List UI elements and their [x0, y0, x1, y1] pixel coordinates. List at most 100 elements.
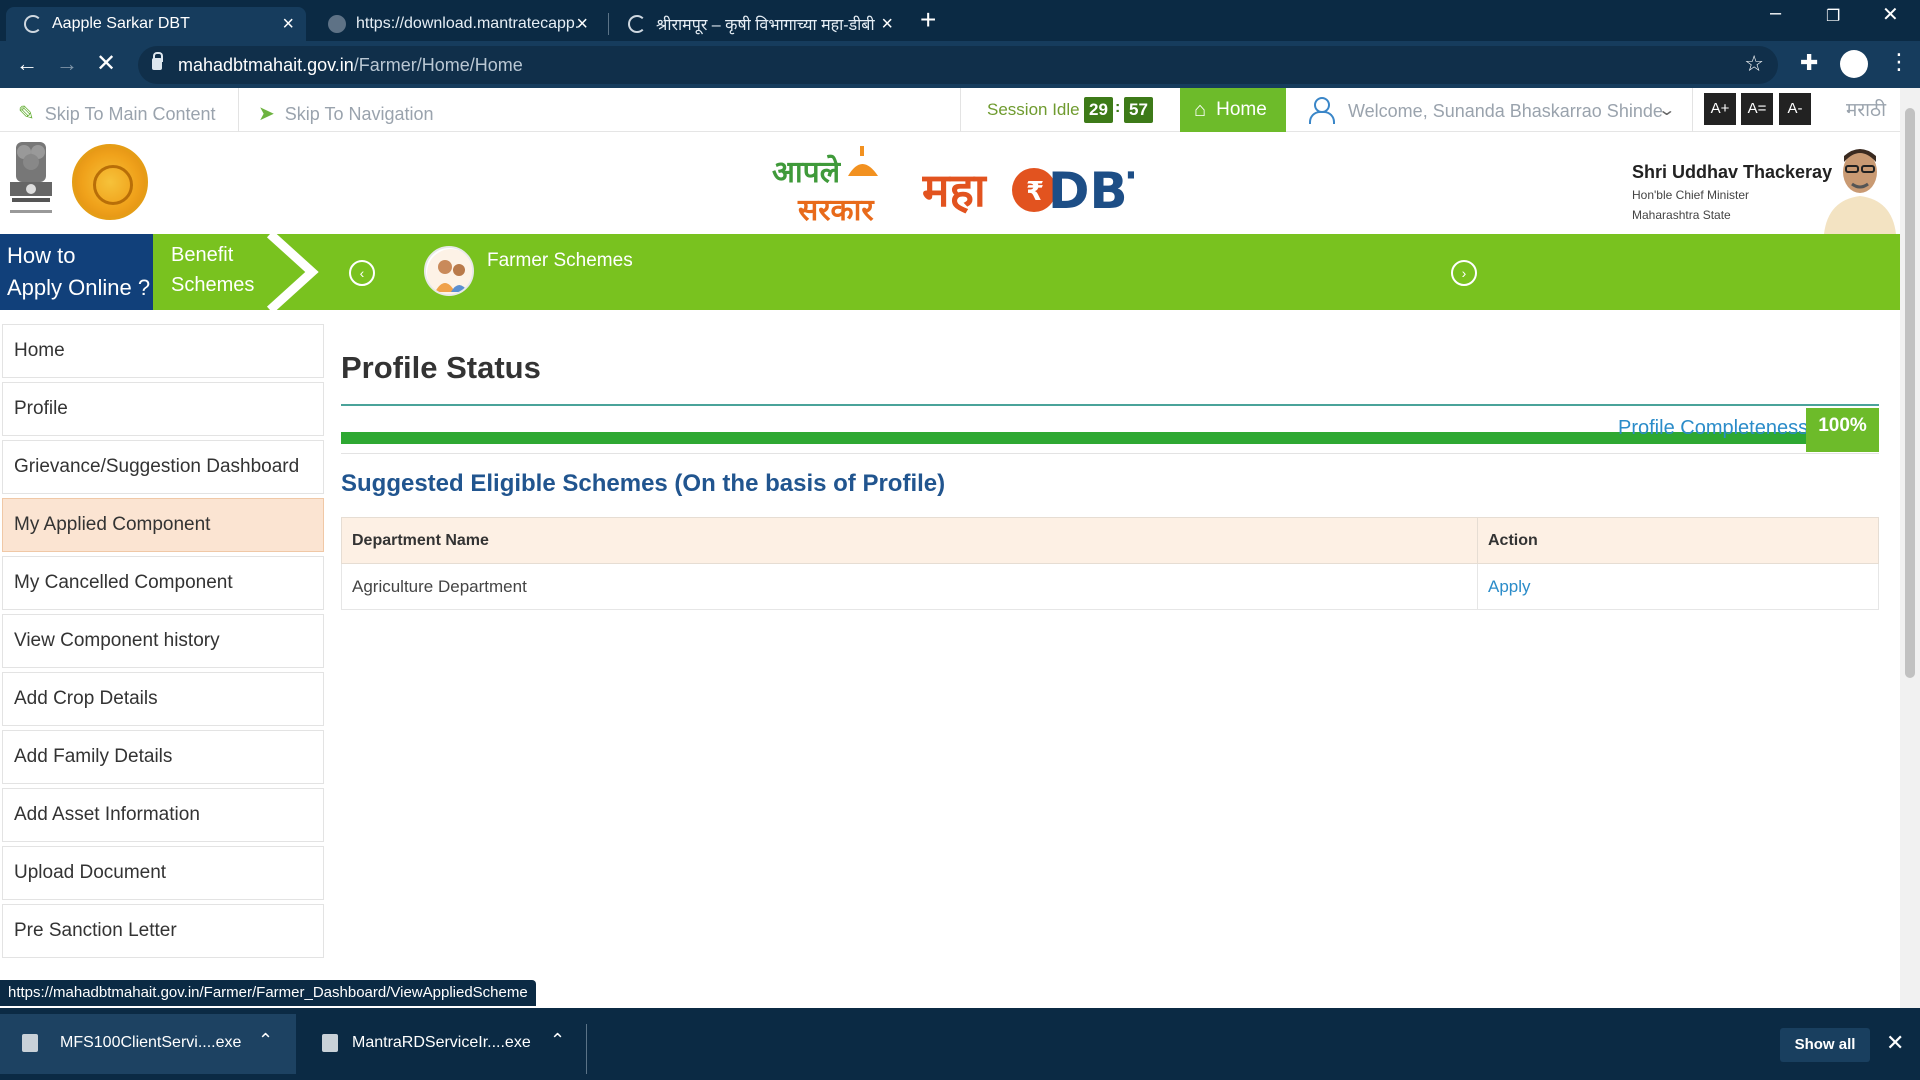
table-header-row: Department Name Action: [341, 517, 1879, 564]
close-tab-icon[interactable]: ×: [576, 13, 588, 36]
column-header-action: Action: [1477, 517, 1879, 564]
forward-icon[interactable]: →: [56, 51, 78, 77]
page-scrollbar[interactable]: [1900, 88, 1920, 1008]
home-icon: ⌂: [1194, 98, 1207, 121]
sidebar-item-component-history[interactable]: View Component history: [2, 614, 324, 668]
action-cell: Apply: [1477, 563, 1879, 610]
carousel-next-button[interactable]: ›: [1451, 260, 1477, 286]
font-increase-button[interactable]: A+: [1704, 93, 1736, 125]
national-emblem-icon: [10, 142, 52, 213]
column-header-department: Department Name: [341, 517, 1478, 564]
sidebar-item-pre-sanction-letter[interactable]: Pre Sanction Letter: [2, 904, 324, 958]
farmer-schemes-link[interactable]: Farmer Schemes: [487, 250, 633, 272]
logo-dbt-text: DBT: [1048, 162, 1134, 220]
new-tab-button[interactable]: +: [920, 4, 936, 36]
close-tab-icon[interactable]: ×: [282, 13, 294, 36]
lock-icon: [152, 52, 163, 70]
divider: [341, 453, 1879, 454]
back-icon[interactable]: ←: [16, 51, 38, 77]
download-bar: MFS100ClientServi....exe ⌃ MantraRDServi…: [0, 1008, 1920, 1080]
sidebar-item-home[interactable]: Home: [2, 324, 324, 378]
sidebar-item-my-applied-component[interactable]: My Applied Component: [2, 498, 324, 552]
timer-separator: :: [1115, 99, 1121, 116]
scheme-banner: How to Apply Online ? Benefit Schemes ‹ …: [0, 234, 1900, 310]
font-reset-button[interactable]: A=: [1741, 93, 1773, 125]
close-icon[interactable]: ✕: [1886, 1030, 1904, 1056]
session-idle-label: Session Idle: [987, 100, 1080, 119]
welcome-user-menu[interactable]: Welcome, Sunanda Bhaskarrao Shinde: [1348, 101, 1663, 122]
logo-aaple-text: आपले: [772, 154, 842, 190]
restore-icon[interactable]: ❐: [1826, 6, 1840, 26]
carousel-prev-button[interactable]: ‹: [349, 260, 375, 286]
benefit-schemes-label: Benefit Schemes: [171, 244, 255, 296]
tab-separator: [608, 13, 609, 35]
suggested-schemes-heading: Suggested Eligible Schemes (On the basis…: [341, 470, 946, 497]
font-decrease-button[interactable]: A-: [1779, 93, 1811, 125]
url-text[interactable]: mahadbtmahait.gov.in/Farmer/Home/Home: [178, 55, 523, 76]
user-icon: [1308, 97, 1335, 124]
chevron-up-icon[interactable]: ⌃: [550, 1030, 565, 1051]
sidebar-item-add-crop-details[interactable]: Add Crop Details: [2, 672, 324, 726]
stop-loading-icon[interactable]: ✕: [96, 49, 116, 78]
download-item[interactable]: MantraRDServiceIr....exe ⌃: [300, 1014, 584, 1074]
eligible-schemes-table: Department Name Action Agriculture Depar…: [341, 517, 1879, 610]
session-minutes: 29: [1084, 97, 1113, 123]
window-close-icon[interactable]: ✕: [1882, 2, 1899, 27]
loading-spinner-icon: [628, 15, 646, 33]
navigation-arrow-icon: ➤: [258, 103, 275, 125]
download-filename: MantraRDServiceIr....exe: [352, 1034, 531, 1051]
home-button[interactable]: ⌂ Home: [1180, 88, 1286, 132]
cm-state: Maharashtra State: [1632, 208, 1731, 222]
sidebar-item-my-cancelled-component[interactable]: My Cancelled Component: [2, 556, 324, 610]
sidebar-item-upload-document[interactable]: Upload Document: [2, 846, 324, 900]
svg-text:₹: ₹: [1026, 177, 1044, 207]
chevron-down-icon[interactable]: ⌄: [1657, 100, 1676, 120]
divider: [341, 404, 1879, 406]
bookmark-star-icon[interactable]: ☆: [1744, 51, 1764, 77]
sidebar-item-add-asset-information[interactable]: Add Asset Information: [2, 788, 324, 842]
browser-tab[interactable]: श्रीरामपूर – कृषी विभागाच्या महा-डीबी ×: [610, 7, 905, 41]
tab-title: https://download.mantratecapp.: [356, 15, 578, 32]
chevron-up-icon[interactable]: ⌃: [258, 1030, 273, 1051]
show-all-downloads-button[interactable]: Show all: [1780, 1028, 1870, 1062]
address-bar[interactable]: mahadbtmahait.gov.in/Farmer/Home/Home ☆: [138, 46, 1778, 84]
logo-maha-text: महा: [922, 163, 988, 217]
cm-photo: [1824, 149, 1896, 234]
tab-title: Aapple Sarkar DBT: [52, 15, 190, 32]
browser-toolbar: ← → ✕ mahadbtmahait.gov.in/Farmer/Home/H…: [0, 41, 1920, 88]
status-url-tooltip: https://mahadbtmahait.gov.in/Farmer/Farm…: [0, 980, 536, 1006]
profile-avatar-icon[interactable]: [1840, 50, 1868, 78]
chevron-right-icon: [266, 234, 319, 310]
mahadbt-logo: महा ₹ DBT: [922, 162, 1134, 220]
browser-tab-active[interactable]: Aapple Sarkar DBT ×: [6, 7, 306, 41]
loading-spinner-icon: [24, 15, 42, 33]
minimize-icon[interactable]: –: [1770, 2, 1781, 25]
divider: [238, 88, 239, 132]
sidebar-item-profile[interactable]: Profile: [2, 382, 324, 436]
cm-name: Shri Uddhav Thackeray: [1632, 162, 1833, 182]
scrollbar-thumb[interactable]: [1905, 108, 1915, 678]
browser-menu-icon[interactable]: ⋮: [1888, 49, 1910, 75]
file-icon: [322, 1034, 338, 1052]
profile-completeness-label: Profile Completeness: [1618, 417, 1809, 439]
language-switch-link[interactable]: मराठी: [1846, 96, 1886, 122]
utility-bar: ✎ Skip To Main Content ➤ Skip To Navigatio…: [0, 88, 1900, 132]
skip-to-main-link[interactable]: ✎ Skip To Main Content: [18, 101, 216, 126]
browser-tab[interactable]: https://download.mantratecapp. ×: [310, 7, 600, 41]
aaple-sarkar-logo: आपले सरकार: [772, 146, 878, 226]
close-tab-icon[interactable]: ×: [881, 13, 893, 36]
logo-sarkar-text: सरकार: [797, 193, 875, 226]
extensions-icon[interactable]: ✚: [1800, 50, 1818, 76]
file-icon: [22, 1034, 38, 1052]
pencil-icon: ✎: [18, 103, 35, 125]
apply-link[interactable]: Apply: [1488, 577, 1531, 596]
session-seconds: 57: [1124, 97, 1153, 123]
skip-to-navigation-link[interactable]: ➤ Skip To Navigation: [258, 101, 434, 126]
download-item[interactable]: MFS100ClientServi....exe ⌃: [0, 1014, 296, 1074]
sidebar-item-grievance-dashboard[interactable]: Grievance/Suggestion Dashboard: [2, 440, 324, 494]
sidebar-item-add-family-details[interactable]: Add Family Details: [2, 730, 324, 784]
browser-tab-bar: Aapple Sarkar DBT × https://download.man…: [0, 0, 1920, 41]
tab-title: श्रीरामपूर – कृषी विभागाच्या महा-डीबी: [656, 17, 875, 34]
how-to-apply-link[interactable]: How to Apply Online ?: [0, 234, 153, 310]
globe-icon: [328, 15, 346, 33]
